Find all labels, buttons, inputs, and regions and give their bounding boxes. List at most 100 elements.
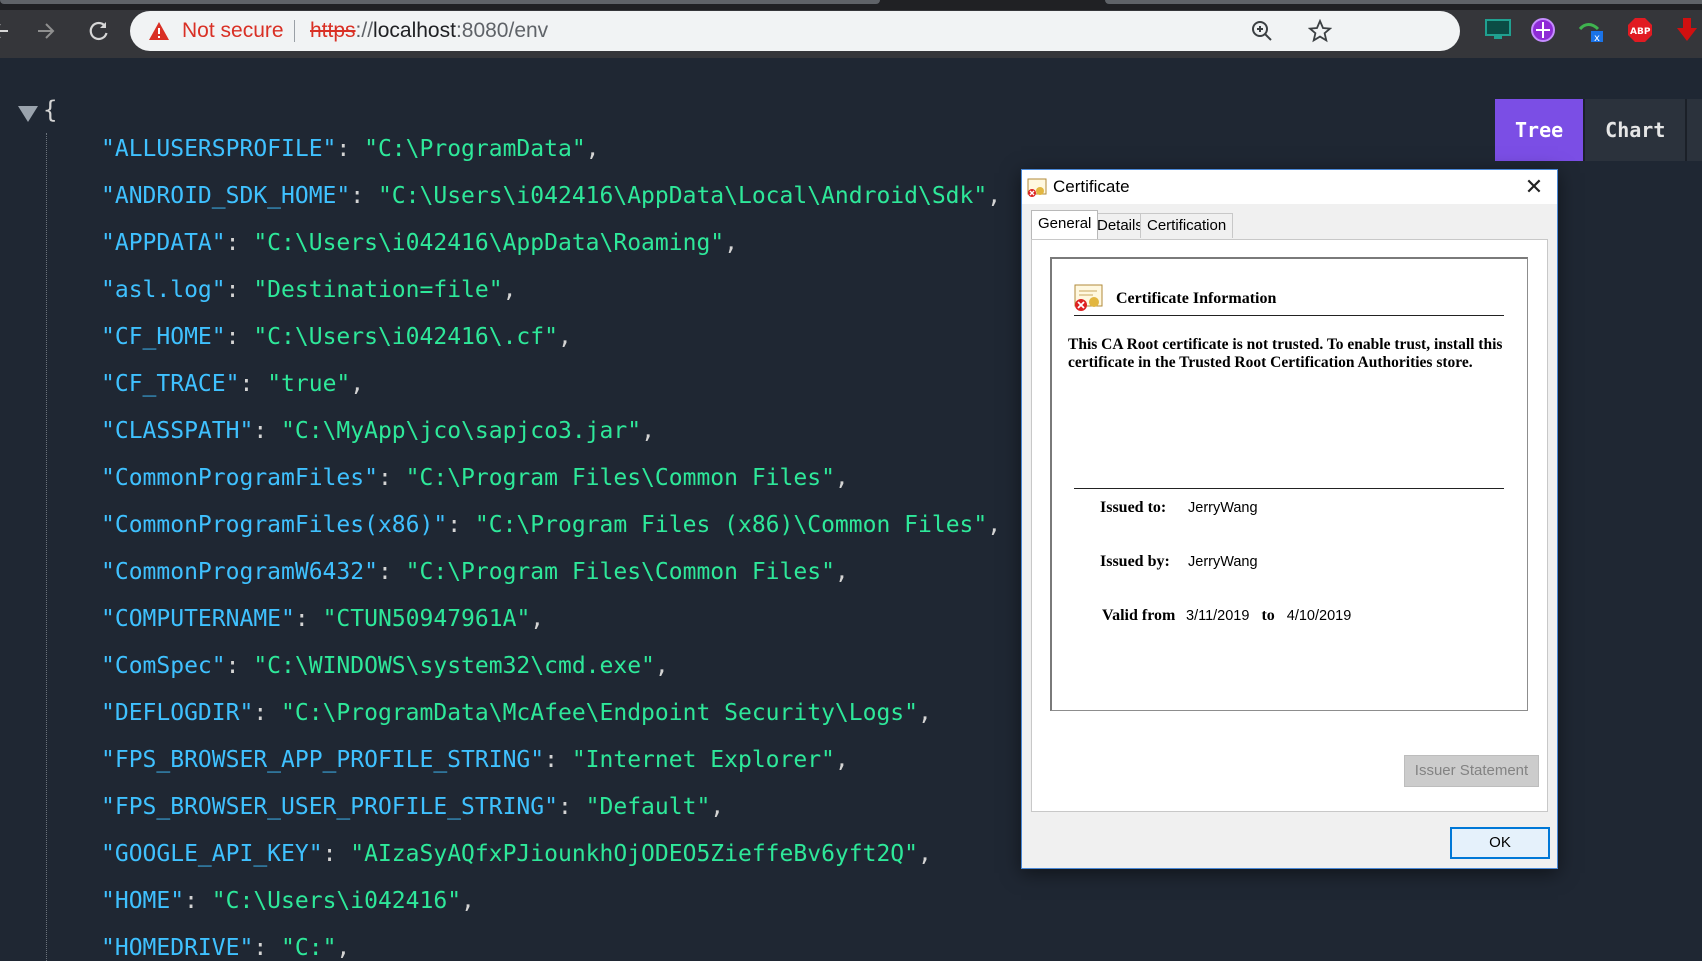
json-comma: ,	[641, 418, 655, 444]
reload-button[interactable]	[84, 16, 114, 46]
valid-from-label: Valid from	[1102, 607, 1176, 624]
json-entry[interactable]: "GOOGLE_API_KEY": "AIzaSyAQfxPJiounkhOjO…	[101, 831, 1001, 878]
validity-row: Valid from 3/11/2019 to 4/10/2019	[1100, 607, 1351, 625]
dialog-title: Certificate	[1053, 177, 1130, 196]
json-colon: :	[557, 794, 586, 820]
issued-by-row: Issued by: JerryWang	[1100, 553, 1258, 571]
mode-tab-j[interactable]: J	[1687, 99, 1702, 161]
json-key: "CommonProgramFiles"	[101, 465, 378, 491]
untrusted-certificate-icon	[1074, 284, 1103, 311]
back-button[interactable]	[0, 16, 16, 46]
json-value: "C:\MyApp\jco\sapjco3.jar"	[281, 418, 642, 444]
json-entry[interactable]: "asl.log": "Destination=file",	[101, 267, 1001, 314]
json-colon: :	[377, 465, 406, 491]
download-arrow-icon[interactable]	[1672, 15, 1702, 45]
tab[interactable]	[1105, 0, 1702, 4]
json-value: "true"	[267, 371, 351, 397]
json-value: "C:\Users\i042416"	[211, 888, 462, 914]
json-entry[interactable]: "CommonProgramW6432": "C:\Program Files\…	[101, 549, 1001, 596]
url-text[interactable]: https://localhost:8080/env	[310, 19, 548, 43]
json-comma: ,	[724, 230, 738, 256]
json-key: "CF_HOME"	[101, 324, 226, 350]
valid-from-value: 3/11/2019	[1186, 608, 1250, 624]
forward-arrow-icon	[38, 23, 55, 39]
divider	[1074, 315, 1504, 316]
json-comma: ,	[987, 512, 1002, 538]
json-entry[interactable]: "ComSpec": "C:\WINDOWS\system32\cmd.exe"…	[101, 643, 1001, 690]
valid-to-value: 4/10/2019	[1286, 608, 1352, 624]
json-key: "FPS_BROWSER_APP_PROFILE_STRING"	[101, 747, 545, 773]
json-entry[interactable]: "ALLUSERSPROFILE": "C:\ProgramData",	[101, 126, 1001, 173]
json-entry[interactable]: "CommonProgramFiles(x86)": "C:\Program F…	[101, 502, 1001, 549]
purple-globe-icon[interactable]	[1528, 15, 1558, 45]
json-comma: ,	[918, 841, 932, 867]
json-colon: :	[225, 277, 254, 303]
json-entry[interactable]: "FPS_BROWSER_USER_PROFILE_STRING": "Defa…	[101, 784, 1001, 831]
trust-message: This CA Root certificate is not trusted.…	[1068, 336, 1503, 371]
json-value: "C:\ProgramData\McAfee\Endpoint Security…	[281, 700, 919, 726]
json-value: "CTUN50947961A"	[322, 606, 531, 632]
issued-to-value: JerryWang	[1188, 500, 1258, 516]
address-bar[interactable]: Not secure https://localhost:8080/env	[130, 11, 1460, 51]
json-colon: :	[253, 700, 282, 726]
json-value: "Internet Explorer"	[571, 747, 835, 773]
json-comma: ,	[654, 653, 669, 679]
json-value: "AIzaSyAQfxPJiounkhOjODEO5ZieffeBv6yft2Q…	[350, 841, 918, 867]
warning-icon	[149, 22, 169, 40]
json-entry[interactable]: "APPDATA": "C:\Users\i042416\AppData\Roa…	[101, 220, 1001, 267]
certificate-info-box: Certificate Information This CA Root cer…	[1050, 257, 1528, 711]
json-value: "Default"	[585, 794, 711, 820]
forward-button[interactable]	[31, 16, 61, 46]
json-value: "C:"	[281, 935, 337, 961]
url-host: localhost	[373, 19, 456, 42]
bookmark-star-icon[interactable]	[1308, 19, 1332, 43]
indent-guide	[46, 133, 47, 961]
ok-button[interactable]: OK	[1450, 827, 1550, 859]
json-key: "ANDROID_SDK_HOME"	[101, 183, 351, 209]
json-key: "DEFLOGDIR"	[101, 700, 254, 726]
json-colon: :	[184, 888, 212, 914]
divider	[294, 20, 295, 42]
mode-tab-tree[interactable]: Tree	[1495, 99, 1586, 161]
monitor-icon[interactable]	[1483, 15, 1513, 45]
json-entry[interactable]: "COMPUTERNAME": "CTUN50947961A",	[101, 596, 1001, 643]
json-comma: ,	[557, 324, 572, 350]
zoom-icon[interactable]	[1250, 19, 1274, 43]
security-label[interactable]: Not secure	[182, 19, 284, 43]
dialog-titlebar[interactable]: Certificate ✕	[1022, 170, 1557, 204]
tab[interactable]	[0, 0, 880, 4]
json-comma: ,	[834, 747, 849, 773]
json-entry[interactable]: "HOMEDRIVE": "C:",	[101, 925, 1001, 961]
certificate-info-title: Certificate Information	[1116, 290, 1277, 307]
issued-to-row: Issued to: JerryWang	[1100, 499, 1258, 517]
browser-toolbar: Not secure https://localhost:8080/env x …	[0, 0, 1702, 58]
back-arrow-icon	[0, 24, 8, 38]
url-path: :8080/env	[455, 19, 549, 42]
json-entries: "ALLUSERSPROFILE": "C:\ProgramData", "AND…	[101, 126, 1001, 961]
json-value: "C:\Program Files (x86)\Common Files"	[474, 512, 988, 538]
tab-certification-path[interactable]: Certification Path	[1140, 213, 1234, 258]
mode-tab-chart[interactable]: Chart	[1585, 99, 1688, 161]
json-entry[interactable]: "FPS_BROWSER_APP_PROFILE_STRING": "Inter…	[101, 737, 1001, 784]
xmarks-icon[interactable]: x	[1576, 15, 1606, 45]
json-comma: ,	[834, 559, 849, 585]
collapse-toggle-icon[interactable]	[18, 106, 38, 122]
adblock-plus-icon[interactable]: ABP	[1625, 15, 1655, 45]
json-key: "CommonProgramFiles(x86)"	[101, 512, 448, 538]
json-entry[interactable]: "CommonProgramFiles": "C:\Program Files\…	[101, 455, 1001, 502]
json-comma: ,	[918, 700, 932, 726]
json-key: "HOME"	[101, 888, 185, 914]
valid-to-label: to	[1261, 607, 1275, 624]
json-comma: ,	[461, 888, 475, 914]
json-entry[interactable]: "CF_HOME": "C:\Users\i042416\.cf",	[101, 314, 1001, 361]
json-value: "C:\Program Files\Common Files"	[405, 559, 835, 585]
issuer-statement-button[interactable]: Issuer Statement	[1404, 755, 1539, 787]
json-entry[interactable]: "HOME": "C:\Users\i042416",	[101, 878, 1001, 925]
json-entry[interactable]: "DEFLOGDIR": "C:\ProgramData\McAfee\Endp…	[101, 690, 1001, 737]
json-entry[interactable]: "CF_TRACE": "true",	[101, 361, 1001, 408]
json-entry[interactable]: "ANDROID_SDK_HOME": "C:\Users\i042416\Ap…	[101, 173, 1001, 220]
json-entry[interactable]: "CLASSPATH": "C:\MyApp\jco\sapjco3.jar",	[101, 408, 1001, 455]
json-colon: :	[225, 230, 254, 256]
tab-general[interactable]: General	[1031, 210, 1099, 239]
close-button[interactable]: ✕	[1519, 172, 1549, 202]
